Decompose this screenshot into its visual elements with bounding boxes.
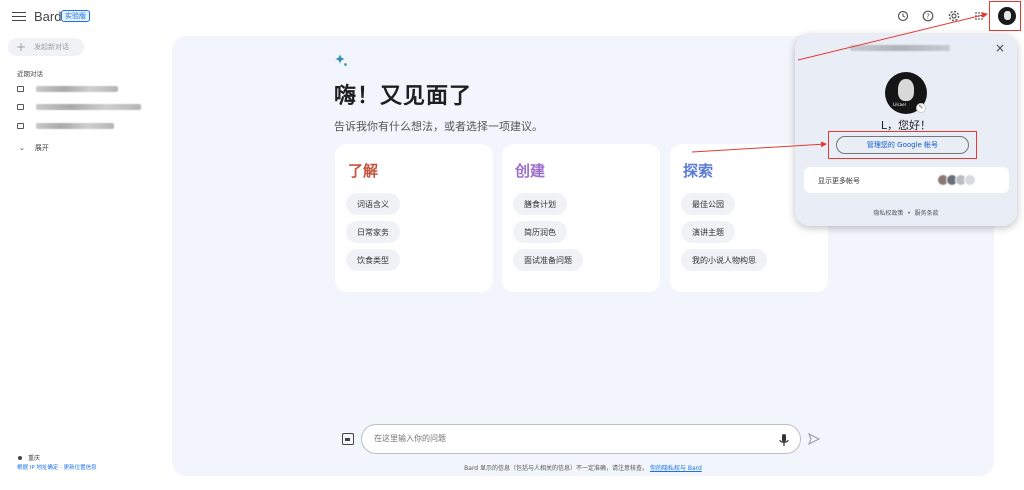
disclaimer: Bard 显示的信息（包括与人相关的信息）不一定准确，请注意核查。 你的隐私权与…: [0, 463, 1024, 472]
new-chat-button[interactable]: + 发起新对话: [8, 38, 84, 56]
recent-chat-item[interactable]: [17, 102, 141, 112]
bard-sparkle-icon: [335, 54, 347, 66]
redacted-chat-title: [36, 123, 114, 129]
suggestion-chip[interactable]: 我的小说人物构思: [681, 249, 767, 271]
avatar-tag: Lilcael: [893, 102, 906, 107]
card-title: 了解: [348, 162, 379, 180]
suggestion-chip[interactable]: 饮食类型: [346, 249, 400, 271]
microphone-icon[interactable]: [778, 433, 790, 447]
send-icon[interactable]: [808, 433, 820, 445]
suggestion-chip[interactable]: 最佳公园: [681, 193, 735, 215]
manage-google-account-button[interactable]: 管理您的 Google 帐号: [836, 136, 969, 154]
suggestion-chip[interactable]: 词语含义: [346, 193, 400, 215]
svg-text:?: ?: [926, 13, 930, 21]
privacy-bard-link[interactable]: 你的隐私权与 Bard: [650, 465, 702, 472]
chat-bubble-icon: [17, 104, 24, 110]
suggestion-chip[interactable]: 演讲主题: [681, 221, 735, 243]
redacted-email: [850, 45, 950, 51]
more-accounts-label: 显示更多帐号: [818, 177, 860, 185]
main-menu-button[interactable]: [12, 9, 26, 23]
expand-chats-button[interactable]: ⌄ 展开: [19, 143, 49, 153]
upload-image-icon[interactable]: [342, 433, 354, 445]
history-icon[interactable]: [896, 9, 910, 23]
suggestion-card-create: 创建 膳食计划 简历润色 面试准备问题: [502, 144, 660, 292]
suggestion-chip[interactable]: 膳食计划: [513, 193, 567, 215]
bard-page: Bard 实验版 ? + 发起新对话 近期对话 ⌄ 展开 重庆 根据 IP 地址…: [0, 0, 1024, 490]
redacted-chat-title: [36, 104, 141, 110]
help-icon[interactable]: ?: [921, 9, 935, 23]
annotation-highlight-avatar: [989, 1, 1021, 31]
apps-icon[interactable]: [972, 9, 986, 23]
card-title: 创建: [515, 162, 546, 180]
account-popup: × Lilcael ✎ L，您好！ 管理您的 Google 帐号 显示更多帐号 …: [795, 34, 1017, 226]
show-more-accounts-button[interactable]: 显示更多帐号: [804, 167, 1009, 193]
plus-icon: +: [16, 40, 27, 54]
footer-separator: •: [907, 210, 911, 217]
chat-bubble-icon: [17, 86, 24, 92]
recent-chat-item[interactable]: [17, 84, 118, 94]
location-name: 重庆: [28, 455, 41, 462]
terms-of-service-link[interactable]: 服务条款: [915, 210, 939, 217]
expand-label: 展开: [34, 144, 49, 152]
privacy-policy-link[interactable]: 隐私权政策: [873, 210, 903, 217]
greeting-heading: 嗨！又见面了: [334, 84, 473, 109]
prompt-input-box: [361, 424, 801, 454]
card-title: 探索: [683, 162, 714, 180]
settings-icon[interactable]: [947, 9, 961, 23]
chat-bubble-icon: [17, 123, 24, 129]
experiment-badge: 实验版: [61, 10, 90, 22]
redacted-chat-title: [36, 86, 118, 92]
new-chat-label: 发起新对话: [34, 43, 70, 51]
suggestion-chip[interactable]: 面试准备问题: [513, 249, 583, 271]
edit-pencil-icon[interactable]: ✎: [916, 103, 926, 113]
popup-footer: 隐私权政策 • 服务条款: [795, 208, 1017, 217]
prompt-input[interactable]: [374, 434, 754, 443]
account-avatars: [937, 174, 976, 186]
recent-chat-item[interactable]: [17, 121, 114, 131]
disclaimer-text: Bard 显示的信息（包括与人相关的信息）不一定准确，请注意核查。: [464, 465, 649, 472]
greeting-subtext: 告诉我你有什么想法，或者选择一项建议。: [334, 120, 543, 133]
top-bar: Bard 实验版 ?: [0, 0, 1024, 36]
suggestion-chip[interactable]: 简历润色: [513, 221, 567, 243]
recent-chats-heading: 近期对话: [17, 70, 43, 78]
close-icon[interactable]: ×: [992, 40, 1008, 56]
suggestion-card-learn: 了解 词语含义 日常家务 饮食类型: [335, 144, 493, 292]
app-name: Bard: [34, 9, 62, 24]
suggestion-chip[interactable]: 日常家务: [346, 221, 400, 243]
location-dot-icon: [18, 456, 22, 460]
chevron-down-icon: ⌄: [19, 144, 25, 152]
